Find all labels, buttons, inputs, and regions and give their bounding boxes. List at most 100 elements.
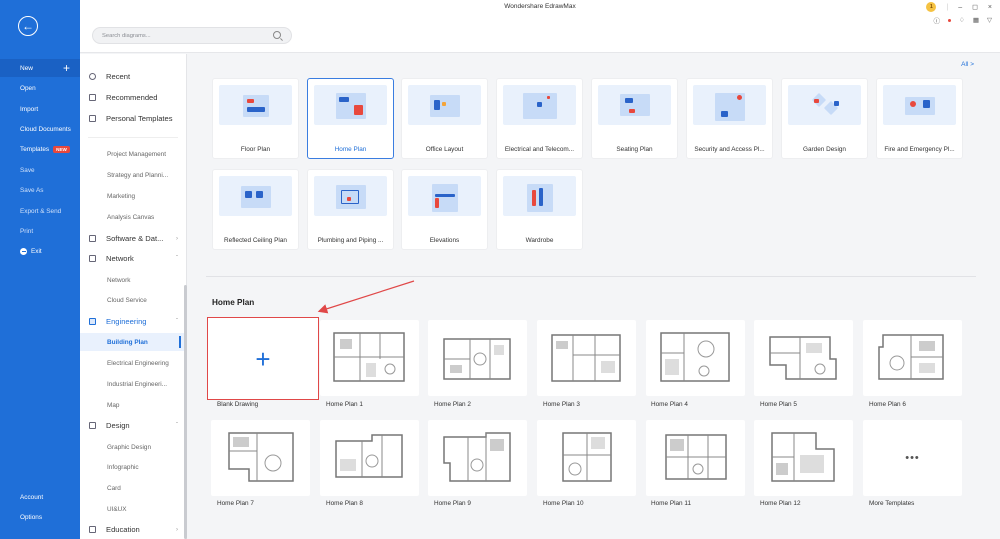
floor-plan-thumbnail <box>335 434 403 478</box>
template-label: Home Plan 10 <box>543 500 584 507</box>
template-label: Home Plan 1 <box>326 401 363 408</box>
template-card-home-plan-2[interactable] <box>428 320 527 396</box>
nav-label: Network <box>106 254 134 263</box>
minimize-icon[interactable]: – <box>958 4 962 11</box>
sidebar-item-print[interactable]: Print <box>0 222 80 240</box>
template-label: More Templates <box>869 500 915 507</box>
floor-plan-thumbnail <box>443 432 511 482</box>
search-input[interactable]: Search diagrams... <box>92 27 292 44</box>
type-card-office-layout[interactable]: Office Layout <box>401 78 488 159</box>
type-label: Floor Plan <box>240 146 271 153</box>
sidebar-item-label: Print <box>20 227 34 235</box>
sidebar-item-templates[interactable]: Templates NEW <box>0 140 80 158</box>
type-card-plumbing-piping[interactable]: Plumbing and Piping ... <box>307 169 394 250</box>
template-label: Home Plan 3 <box>543 401 580 408</box>
nav-sub-network[interactable]: Network <box>80 271 186 289</box>
sidebar-item-label: Export & Send <box>20 207 62 215</box>
blank-drawing-card[interactable]: + <box>207 317 319 400</box>
nav-sub-electrical-engineering[interactable]: Electrical Engineering <box>80 354 186 372</box>
nav-network[interactable]: Network ˇ <box>80 249 186 268</box>
sidebar-item-label: Open <box>20 84 36 92</box>
nav-sub-marketing[interactable]: Marketing <box>80 187 186 205</box>
nav-sub-analysis-canvas[interactable]: Analysis Canvas <box>80 208 186 226</box>
type-card-wardrobe[interactable]: Wardrobe <box>496 169 583 250</box>
network-icon <box>89 255 96 262</box>
nav-label: UI&UX <box>107 505 127 513</box>
template-card-home-plan-3[interactable] <box>537 320 636 396</box>
type-label: Elevations <box>429 237 460 244</box>
type-card-floor-plan[interactable]: Floor Plan <box>212 78 299 159</box>
sidebar-item-import[interactable]: Import <box>0 100 80 118</box>
notification-dot-icon <box>948 18 952 22</box>
security-thumbnail <box>693 85 766 125</box>
nav-sub-graphic-design[interactable]: Graphic Design <box>80 438 186 456</box>
nav-sub-infographic[interactable]: Infographic <box>80 458 186 476</box>
type-card-reflected-ceiling[interactable]: Reflected Ceiling Plan <box>212 169 299 250</box>
sidebar-item-new[interactable]: New + <box>0 59 80 77</box>
nav-sub-industrial-engineering[interactable]: Industrial Engineeri... <box>80 375 186 393</box>
sidebar-item-save[interactable]: Save <box>0 161 80 179</box>
nav-sub-building-plan[interactable]: Building Plan <box>80 333 186 351</box>
floor-plan-thumbnail <box>769 336 837 380</box>
template-card-home-plan-8[interactable] <box>320 420 419 496</box>
template-card-home-plan-9[interactable] <box>428 420 527 496</box>
nav-recent[interactable]: Recent <box>80 67 186 86</box>
nav-sub-map[interactable]: Map <box>80 396 186 414</box>
nav-design[interactable]: Design ˇ <box>80 416 186 435</box>
sidebar-item-open[interactable]: Open <box>0 79 80 97</box>
type-card-elevations[interactable]: Elevations <box>401 169 488 250</box>
nav-label: Recent <box>106 72 131 81</box>
template-card-home-plan-11[interactable] <box>646 420 745 496</box>
nav-recommended[interactable]: Recommended <box>80 88 186 107</box>
sidebar-item-options[interactable]: Options <box>0 508 80 526</box>
template-card-home-plan-5[interactable] <box>754 320 853 396</box>
nav-education[interactable]: Education › <box>80 520 186 539</box>
nav-label: Infographic <box>107 463 139 471</box>
type-card-seating-plan[interactable]: Seating Plan <box>591 78 678 159</box>
template-card-home-plan-1[interactable] <box>320 320 419 396</box>
bell-icon[interactable]: ♢ <box>959 16 965 24</box>
floor-plan-thumbnail <box>228 432 294 482</box>
sidebar-item-account[interactable]: Account <box>0 488 80 506</box>
maximize-icon[interactable]: ◻ <box>972 3 978 11</box>
section-divider <box>206 276 976 277</box>
template-card-home-plan-12[interactable] <box>754 420 853 496</box>
type-card-garden-design[interactable]: Garden Design <box>781 78 868 159</box>
template-card-home-plan-10[interactable] <box>537 420 636 496</box>
sidebar-item-cloud-documents[interactable]: Cloud Documents <box>0 120 80 138</box>
nav-sub-cloud-service[interactable]: Cloud Service <box>80 291 186 309</box>
apps-icon[interactable]: ▦ <box>973 16 979 24</box>
chevron-right-icon: › <box>176 526 178 533</box>
type-card-fire-emergency[interactable]: Fire and Emergency Pl... <box>876 78 963 159</box>
shirt-icon[interactable]: ▽ <box>987 16 992 24</box>
nav-sub-card[interactable]: Card <box>80 479 186 497</box>
type-card-security-access[interactable]: Security and Access Pl... <box>686 78 773 159</box>
sidebar-item-export-send[interactable]: Export & Send <box>0 202 80 220</box>
help-icon[interactable]: ⓘ <box>934 15 941 25</box>
nav-label: Strategy and Planni... <box>107 171 169 179</box>
sidebar-item-save-as[interactable]: Save As <box>0 181 80 199</box>
template-card-home-plan-4[interactable] <box>646 320 745 396</box>
search-icon[interactable] <box>273 31 281 39</box>
template-card-home-plan-6[interactable] <box>863 320 962 396</box>
type-card-home-plan[interactable]: Home Plan <box>307 78 394 159</box>
more-templates-card[interactable]: ••• <box>863 420 962 496</box>
nav-engineering[interactable]: Engineering ˇ <box>80 312 186 331</box>
nav-sub-project-management[interactable]: Project Management <box>80 145 186 163</box>
nav-personal-templates[interactable]: Personal Templates <box>80 109 186 128</box>
sidebar-item-label: Save As <box>20 186 44 194</box>
nav-software-database[interactable]: Software & Dat... › <box>80 229 186 248</box>
all-link[interactable]: All > <box>961 61 974 68</box>
section-title: Home Plan <box>212 298 255 307</box>
nav-sub-ui-ux[interactable]: UI&UX <box>80 500 186 518</box>
type-card-electrical-telecom[interactable]: Electrical and Telecom... <box>496 78 583 159</box>
nav-sub-strategy[interactable]: Strategy and Planni... <box>80 166 186 184</box>
sidebar-item-exit[interactable]: Exit <box>0 242 80 260</box>
template-card-home-plan-7[interactable] <box>211 420 310 496</box>
template-label: Home Plan 6 <box>869 401 906 408</box>
close-icon[interactable]: × <box>988 4 992 11</box>
user-avatar-icon[interactable]: 1 <box>926 2 937 12</box>
back-arrow-icon[interactable]: ← <box>18 16 38 36</box>
category-scrollbar[interactable] <box>184 285 187 539</box>
toolbar-icons: ⓘ ♢ ▦ ▽ <box>934 15 992 25</box>
